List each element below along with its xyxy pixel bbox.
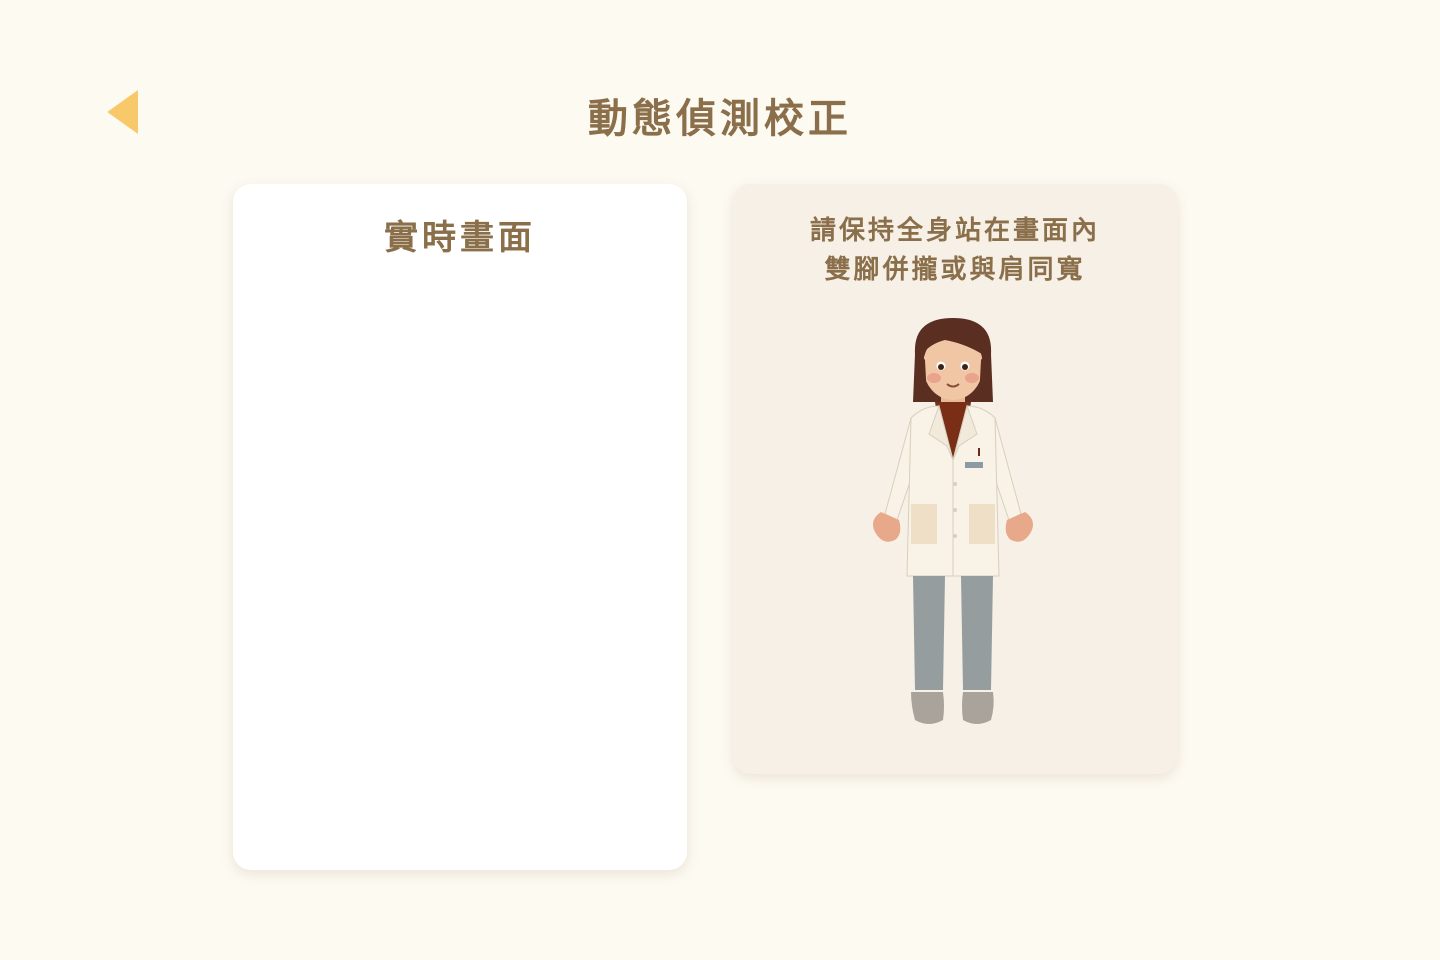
instruction-line-1: 請保持全身站在畫面內 xyxy=(809,216,1100,246)
camera-feed-area xyxy=(253,274,667,850)
calibration-page: 動態偵測校正 實時畫面 請保持全身站在畫面內 雙腳併攏或與肩同寬 xyxy=(0,0,1440,960)
pose-guide-panel: 請保持全身站在畫面內 雙腳併攏或與肩同寬 xyxy=(733,184,1177,774)
live-view-panel: 實時畫面 xyxy=(233,184,687,870)
page-title: 動態偵測校正 xyxy=(588,96,852,142)
live-view-title: 實時畫面 xyxy=(384,218,536,258)
instruction-line-2: 雙腳併攏或與肩同寬 xyxy=(824,255,1086,285)
pose-instructions: 請保持全身站在畫面內 雙腳併攏或與肩同寬 xyxy=(733,212,1177,290)
doctor-figure-illustration xyxy=(873,318,1033,724)
